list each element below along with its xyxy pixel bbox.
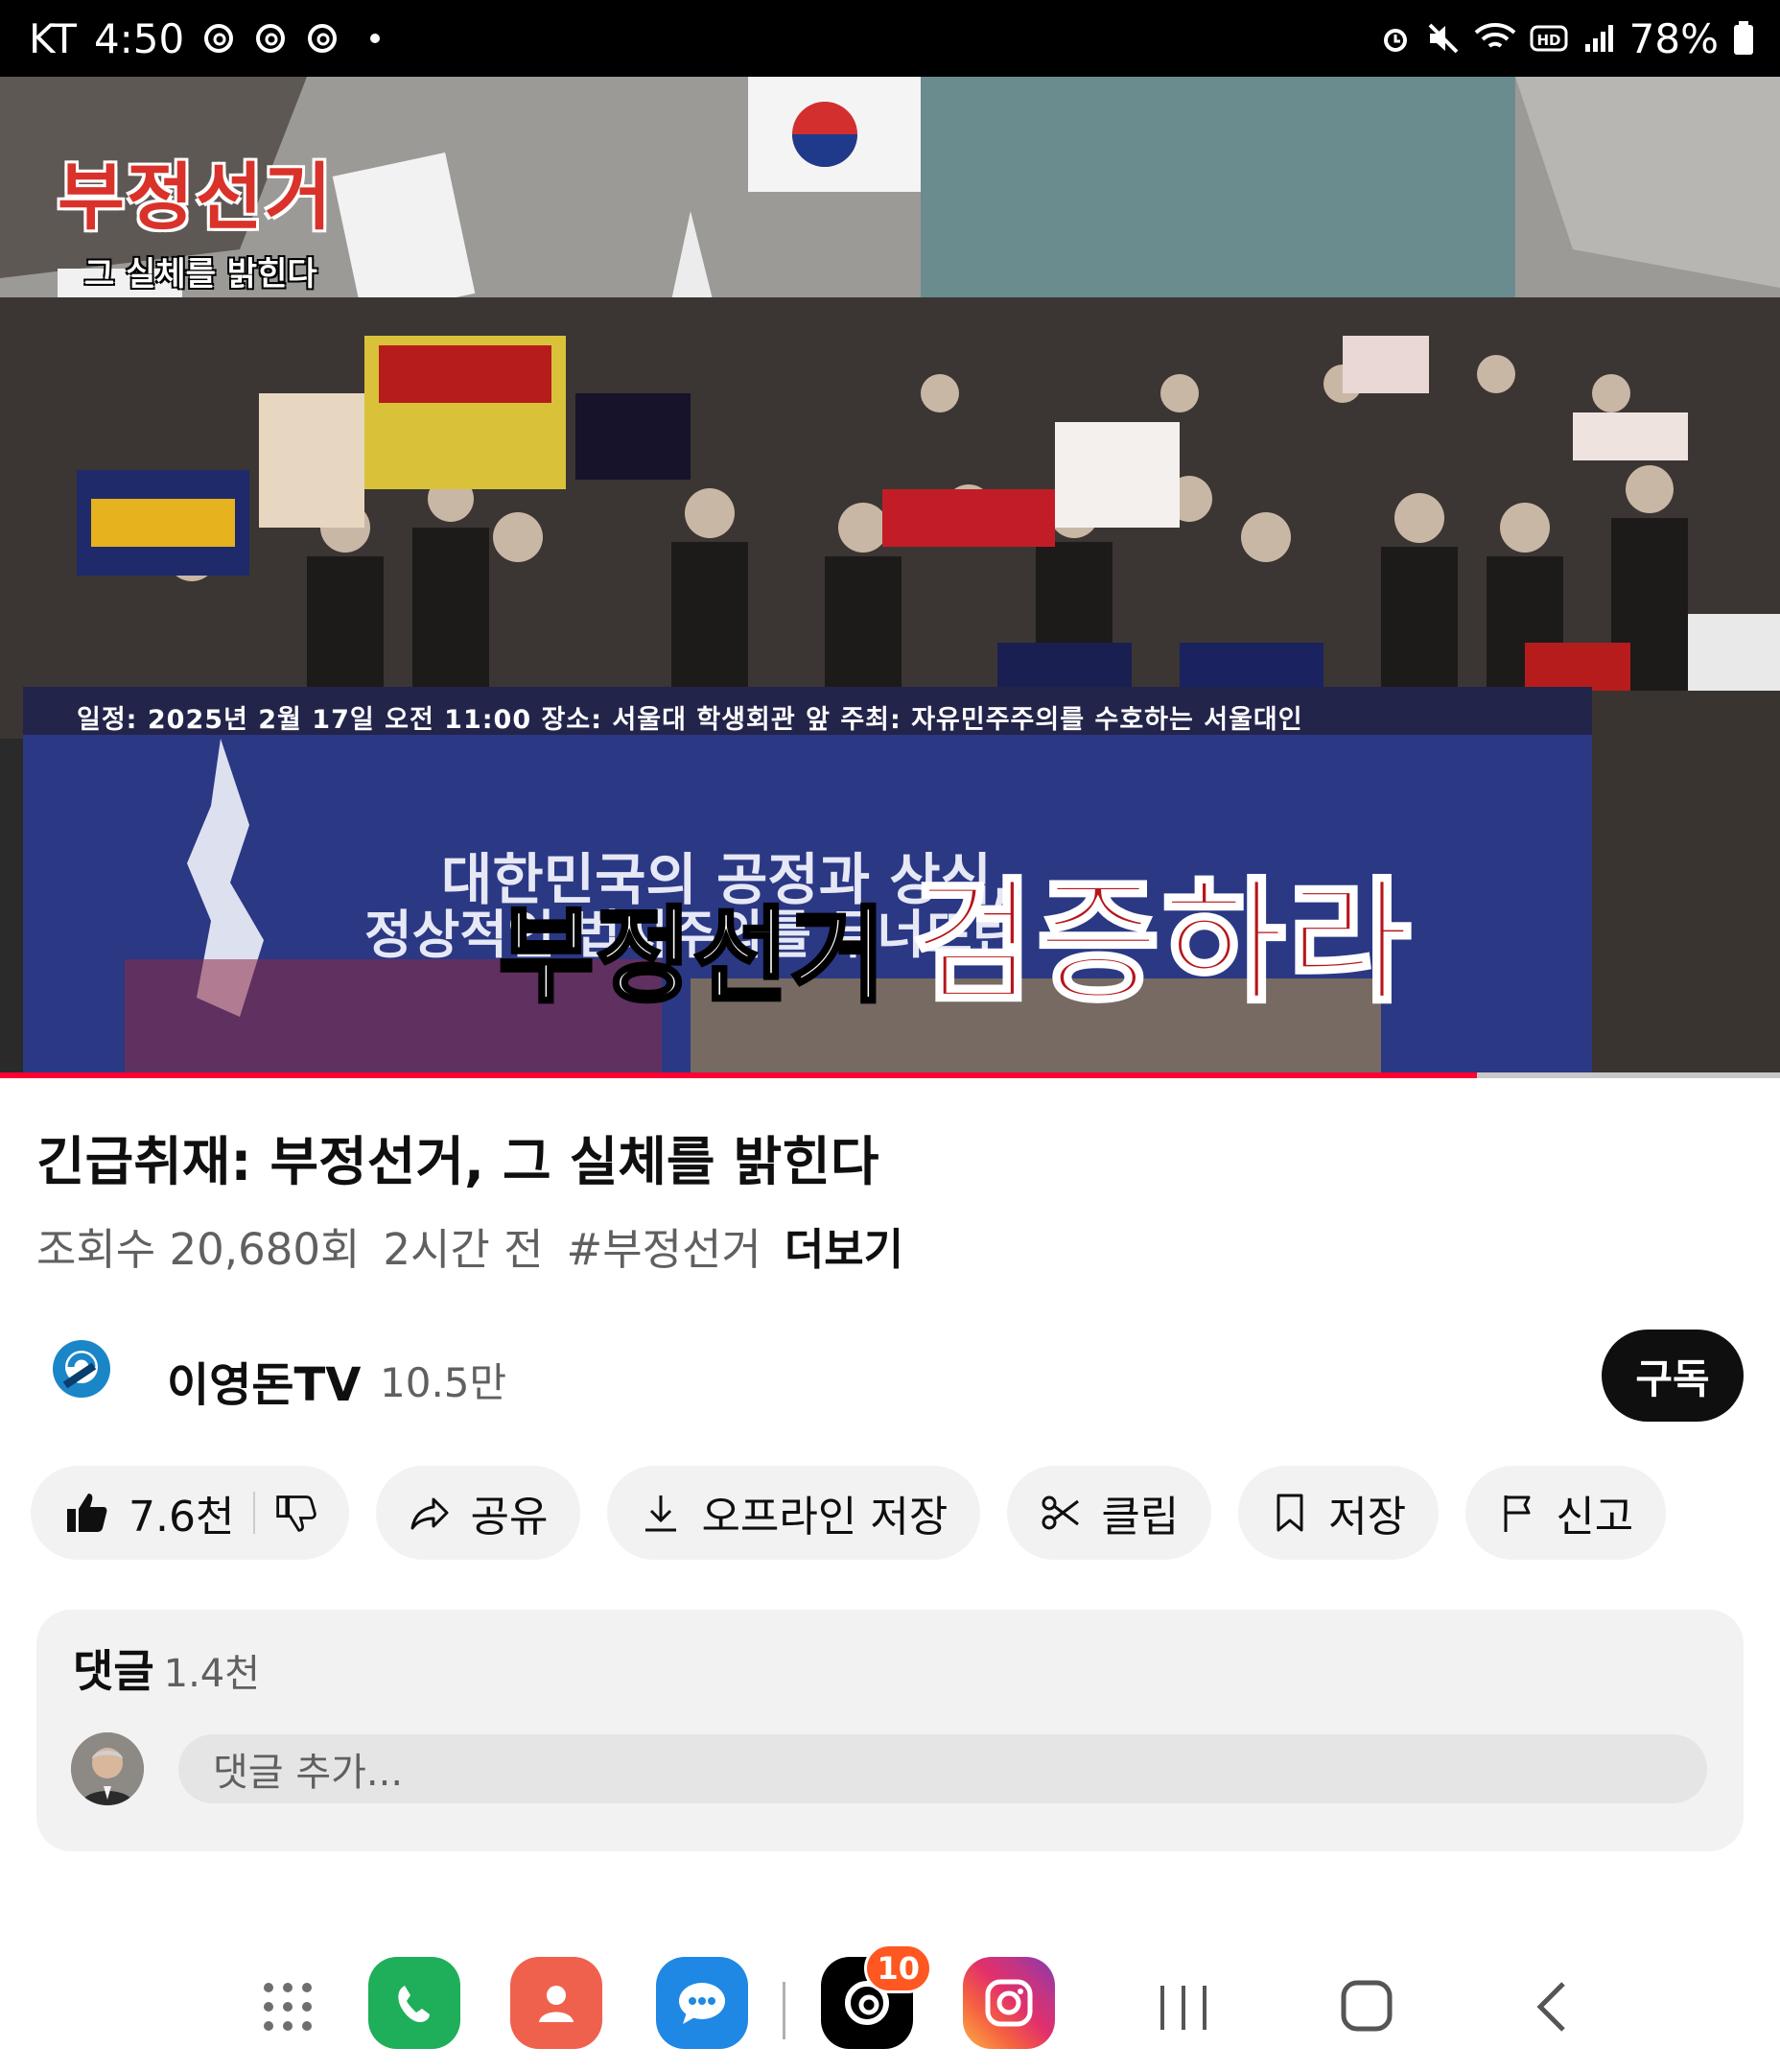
download-label: 오프라인 저장 bbox=[701, 1493, 949, 1542]
share-icon bbox=[410, 1497, 449, 1530]
user-avatar-image bbox=[71, 1732, 144, 1805]
signal-icon bbox=[1584, 25, 1613, 52]
scissors-icon bbox=[1042, 1495, 1080, 1530]
action-bar: 7.6천 공유 오프라인 저장 클립 저장 신고 bbox=[31, 1466, 1667, 1560]
clock: 4:50 bbox=[93, 14, 185, 62]
user-avatar bbox=[71, 1732, 144, 1805]
thumbs-up-icon[interactable] bbox=[63, 1490, 109, 1536]
contacts-app-icon[interactable] bbox=[510, 1957, 602, 2049]
comments-label: 댓글 bbox=[73, 1645, 154, 1697]
clip-button[interactable]: 클립 bbox=[1007, 1466, 1212, 1560]
save-button[interactable]: 저장 bbox=[1238, 1466, 1440, 1560]
subscriber-count: 10.5만 bbox=[380, 1359, 507, 1406]
notification-dot bbox=[370, 34, 381, 43]
like-dislike-pill: 7.6천 bbox=[31, 1466, 350, 1560]
video-overlay-logo: 부정선거 그 실체를 밝힌다 bbox=[58, 138, 334, 294]
flag-icon bbox=[1504, 1495, 1531, 1532]
like-count[interactable]: 7.6천 bbox=[129, 1482, 234, 1543]
clip-label: 클립 bbox=[1101, 1493, 1180, 1542]
hd-icon: HD bbox=[1530, 25, 1568, 52]
subscribe-button[interactable]: 구독 bbox=[1602, 1330, 1744, 1422]
taskbar-divider bbox=[783, 1982, 785, 2039]
comments-section[interactable]: 댓글 1.4천 댓글 추가... bbox=[36, 1610, 1744, 1851]
view-count: 조회수 20,680회 bbox=[36, 1224, 361, 1275]
download-icon bbox=[645, 1495, 677, 1532]
caption-red: 검증하라 bbox=[909, 863, 1414, 1024]
video-player[interactable]: 부정선거 그 실체를 밝힌다 일정: 2025년 2월 17일 오전 11:00… bbox=[0, 77, 1780, 1078]
caption-white: 부정선거 bbox=[497, 895, 888, 1019]
video-title[interactable]: 긴급취재: 부정선거, 그 실체를 밝힌다 bbox=[36, 1118, 878, 1195]
apps-grid-icon[interactable] bbox=[261, 1980, 315, 2037]
more-link[interactable]: 더보기 bbox=[785, 1214, 903, 1277]
messages-app-icon[interactable] bbox=[656, 1957, 748, 2049]
thumbs-down-icon[interactable] bbox=[274, 1492, 317, 1534]
banner-info-text: 일정: 2025년 2월 17일 오전 11:00 장소: 서울대 학생회관 앞… bbox=[77, 705, 1303, 735]
back-icon[interactable] bbox=[1533, 1980, 1571, 2037]
channel-logo[interactable] bbox=[50, 1337, 113, 1401]
carrier-label: KT bbox=[29, 14, 77, 62]
mute-icon bbox=[1428, 23, 1459, 54]
status-bar: KT 4:50 HD 78% bbox=[0, 0, 1780, 77]
wifi-icon bbox=[1474, 23, 1516, 48]
battery-icon bbox=[1734, 21, 1753, 55]
overlay-title-line2: 그 실체를 밝힌다 bbox=[84, 255, 317, 294]
home-icon[interactable] bbox=[1341, 1980, 1393, 2036]
threads-icon bbox=[256, 24, 286, 53]
comment-input[interactable]: 댓글 추가... bbox=[178, 1734, 1707, 1803]
threads-icon bbox=[204, 24, 234, 53]
share-label: 공유 bbox=[470, 1493, 549, 1542]
channel-name[interactable]: 이영돈TV bbox=[167, 1347, 361, 1414]
report-button[interactable]: 신고 bbox=[1465, 1466, 1667, 1560]
hashtag-link[interactable]: #부정선거 bbox=[567, 1214, 761, 1277]
threads-icon bbox=[308, 24, 338, 53]
instagram-app-icon[interactable] bbox=[963, 1957, 1055, 2049]
taskbar: 10 bbox=[0, 1938, 1780, 2072]
upload-age: 2시간 전 bbox=[383, 1224, 544, 1275]
phone-app-icon[interactable] bbox=[368, 1957, 460, 2049]
battery-percent: 78% bbox=[1628, 14, 1719, 62]
overlay-title-line1: 부정선거 bbox=[58, 154, 334, 240]
alarm-icon bbox=[1383, 29, 1407, 52]
share-button[interactable]: 공유 bbox=[376, 1466, 581, 1560]
download-button[interactable]: 오프라인 저장 bbox=[607, 1466, 981, 1560]
comments-header: 댓글 1.4천 bbox=[73, 1636, 260, 1700]
channel-row[interactable]: 이영돈TV 10.5만 구독 bbox=[0, 1328, 1780, 1424]
comments-count: 1.4천 bbox=[163, 1652, 261, 1696]
save-label: 저장 bbox=[1328, 1493, 1407, 1542]
threads-notification-badge: 10 bbox=[864, 1943, 932, 1993]
svg-text:HD: HD bbox=[1536, 32, 1560, 49]
like-divider bbox=[253, 1492, 256, 1534]
video-meta[interactable]: 조회수 20,680회 2시간 전 #부정선거 더보기 bbox=[36, 1214, 903, 1277]
report-label: 신고 bbox=[1556, 1493, 1634, 1542]
threads-app-icon[interactable]: 10 bbox=[821, 1943, 932, 2049]
recents-icon[interactable] bbox=[1157, 1984, 1210, 2036]
bookmark-icon bbox=[1276, 1494, 1303, 1532]
